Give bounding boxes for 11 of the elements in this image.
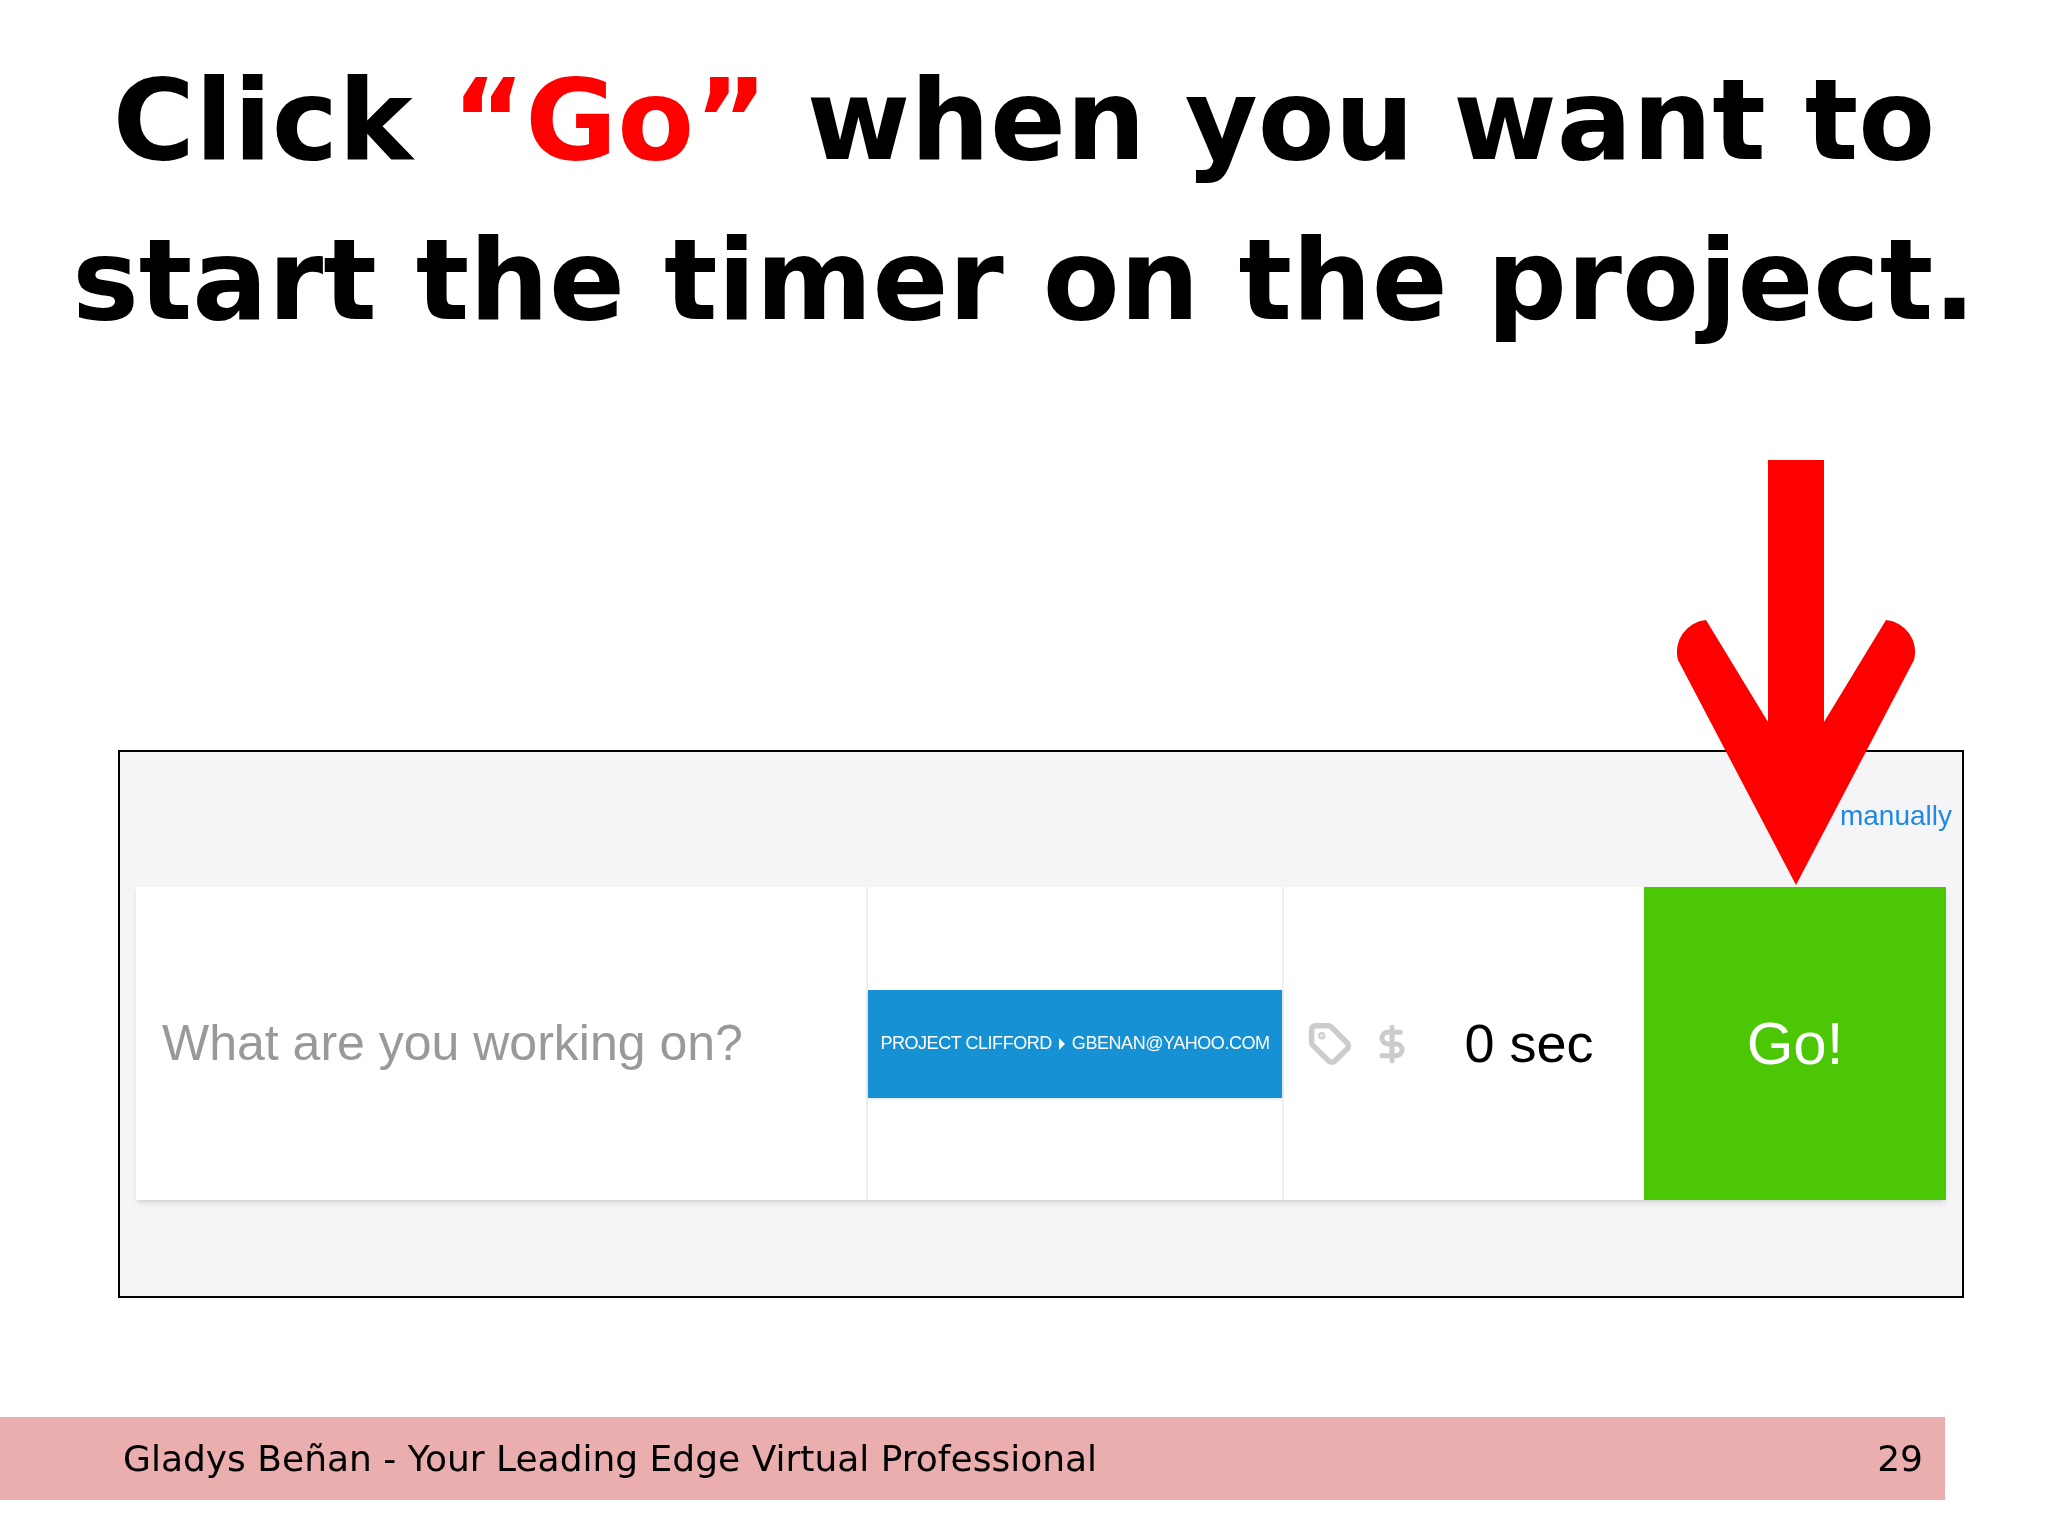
go-button[interactable]: Go!: [1644, 887, 1946, 1200]
chevron-icon: [1057, 1036, 1066, 1051]
slide-title: Click “Go” when you want to start the timer on the project.: [71, 54, 1977, 347]
footer-text: Gladys Beñan - Your Leading Edge Virtual Professional: [123, 1436, 1098, 1481]
description-field[interactable]: What are you working on?: [162, 1006, 866, 1081]
page-number: 29: [1877, 1436, 1923, 1481]
client-name: GBENAN@YAHOO.COM: [1071, 1032, 1270, 1055]
project-name: PROJECT CLIFFORD: [880, 1032, 1052, 1055]
project-tag[interactable]: PROJECT CLIFFORD GBENAN@YAHOO.COM: [868, 989, 1282, 1098]
duration-text: 0 sec: [1464, 1012, 1594, 1075]
add-manually-link[interactable]: manually: [1839, 800, 1952, 832]
